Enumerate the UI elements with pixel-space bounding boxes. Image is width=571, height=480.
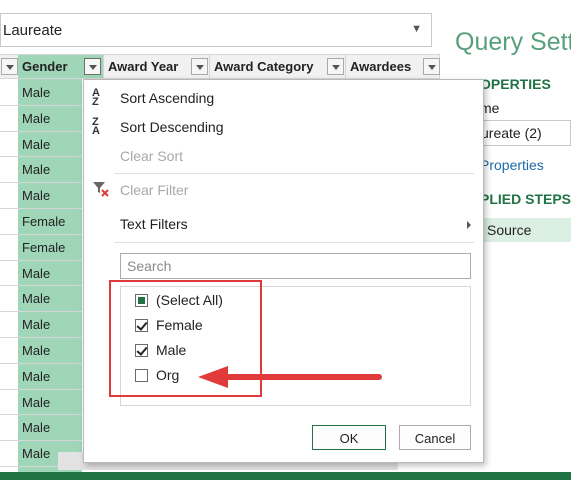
status-bar [0, 472, 571, 480]
row-divider [0, 182, 82, 183]
all-properties-link[interactable]: Properties [480, 157, 544, 173]
gender-cell[interactable]: Male [22, 188, 50, 203]
award-year-filter-dropdown-icon[interactable] [191, 58, 208, 75]
gender-cell[interactable]: Male [22, 317, 50, 332]
query-name-input[interactable]: ureate (2) [476, 120, 571, 146]
column-header-label: Award Category [214, 59, 314, 74]
search-box[interactable] [120, 253, 471, 279]
gender-cell[interactable]: Male [22, 111, 50, 126]
gender-cell[interactable]: Male [22, 395, 50, 410]
gender-cell[interactable]: Male [22, 446, 50, 461]
gender-cell[interactable]: Male [22, 137, 50, 152]
menu-separator [114, 173, 474, 174]
menu-separator [114, 242, 474, 243]
gender-cells: Male Male Male Male Male Female Female Male Male… [0, 79, 82, 472]
gender-cell[interactable]: Male [22, 420, 50, 435]
sort-descending-icon: ZA [92, 116, 100, 137]
sort-ascending-icon: AZ [92, 87, 100, 108]
column-filter-dropdown-icon[interactable] [1, 58, 18, 75]
clear-filter-icon [92, 180, 110, 203]
gender-filter-dropdown-icon[interactable] [84, 58, 101, 75]
annotation-arrow-icon [198, 366, 382, 388]
formula-bar[interactable]: Laureate ▼ [0, 13, 432, 47]
awardees-filter-dropdown-icon[interactable] [423, 58, 440, 75]
applied-step-source[interactable]: Source [480, 218, 571, 242]
row-divider [0, 311, 82, 312]
sort-descending-item[interactable]: Sort Descending [120, 119, 224, 135]
row-divider [0, 440, 82, 441]
applied-steps-heading: PLIED STEPS [480, 191, 571, 207]
submenu-arrow-icon [467, 221, 471, 229]
query-name-value: ureate (2) [481, 125, 542, 141]
award-category-filter-dropdown-icon[interactable] [327, 58, 344, 75]
formula-bar-value: Laureate [3, 22, 63, 39]
gender-cell[interactable]: Male [22, 266, 50, 281]
gender-cell[interactable]: Male [22, 343, 50, 358]
row-divider [0, 156, 82, 157]
cancel-button[interactable]: Cancel [399, 425, 471, 450]
gender-cell[interactable]: Female [22, 214, 65, 229]
ok-button[interactable]: OK [312, 425, 386, 450]
column-header-label: Awardees [350, 59, 412, 74]
row-divider [0, 363, 82, 364]
search-input[interactable] [121, 254, 470, 278]
clear-sort-item[interactable]: Clear Sort [120, 148, 183, 164]
column-header-label: Award Year [108, 59, 179, 74]
clear-filter-item[interactable]: Clear Filter [120, 182, 188, 198]
row-divider [0, 337, 82, 338]
query-settings-title: Query Setti [455, 28, 571, 56]
row-divider [0, 131, 82, 132]
row-divider [0, 414, 82, 415]
column-header-row: Gender Award Year Award Category Awardee… [0, 54, 440, 79]
gender-cell[interactable]: Male [22, 291, 50, 306]
column-header-label: Gender [22, 59, 68, 74]
sort-ascending-item[interactable]: Sort Ascending [120, 90, 214, 106]
gender-cell[interactable]: Male [22, 85, 50, 100]
text-filters-item[interactable]: Text Filters [120, 216, 188, 232]
row-divider [0, 105, 82, 106]
row-divider [0, 208, 82, 209]
chevron-down-icon[interactable]: ▼ [411, 23, 422, 35]
applied-step-label: Source [487, 222, 532, 238]
gender-cell[interactable]: Male [22, 162, 50, 177]
row-divider [0, 260, 82, 261]
row-divider [0, 234, 82, 235]
gender-cell[interactable]: Male [22, 369, 50, 384]
row-divider [0, 285, 82, 286]
row-divider [0, 389, 82, 390]
column-filter-menu: AZ Sort Ascending ZA Sort Descending Cle… [83, 79, 484, 463]
properties-heading: OPERTIES [480, 76, 551, 92]
gender-cell[interactable]: Female [22, 240, 65, 255]
column-header-award-category[interactable]: Award Category [210, 55, 346, 78]
